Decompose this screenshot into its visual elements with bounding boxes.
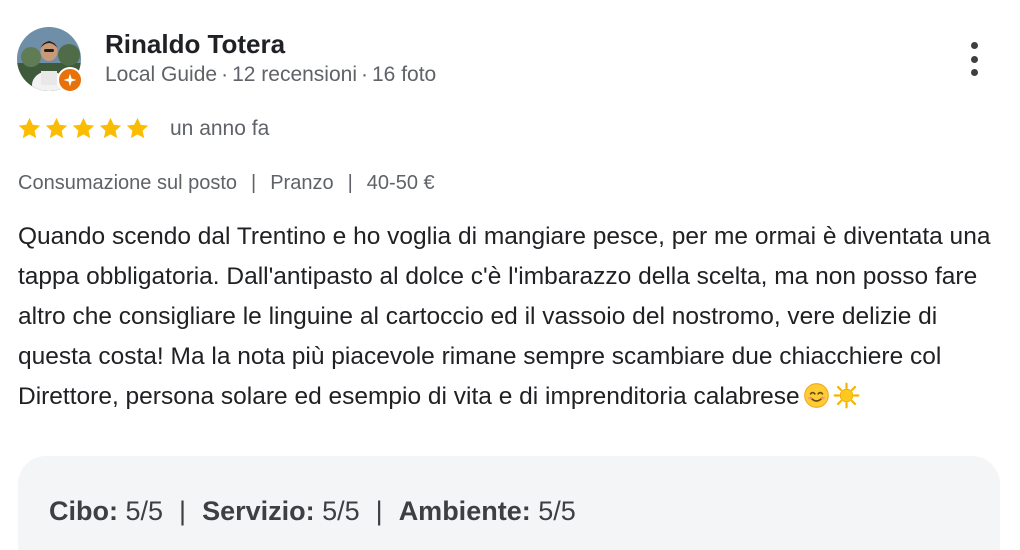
reviewer-level: Local Guide (105, 63, 218, 86)
sub-rating-label: Ambiente: (398, 496, 531, 526)
review-attributes: Consumazione sul posto | Pranzo | 40-50 … (18, 172, 435, 195)
menu-dot (970, 55, 978, 63)
reviewer-name[interactable]: Rinaldo Totera (105, 29, 285, 60)
sub-rating-separator: | (375, 496, 383, 526)
sub-rating-value: 5/5 (538, 496, 576, 526)
star-icon (72, 117, 95, 139)
sub-rating-food: Cibo: 5/5 (49, 496, 163, 527)
reviewer-photo-count: 16 foto (372, 63, 437, 86)
star-icon (45, 117, 68, 139)
attribute-service: Consumazione sul posto (18, 172, 238, 194)
sub-rating-value: 5/5 (125, 496, 164, 526)
attribute-separator: | (251, 172, 257, 194)
sun-emoji (833, 382, 860, 409)
attribute-separator: | (347, 172, 353, 194)
meta-separator: · (221, 63, 229, 86)
reviewer-review-count: 12 recensioni (232, 63, 357, 86)
star-icon (18, 117, 41, 139)
avatar[interactable] (17, 27, 83, 93)
review-text: Quando scendo dal Trentino e ho voglia d… (18, 217, 1003, 417)
more-vert-icon[interactable] (958, 38, 990, 80)
star-icon (126, 117, 149, 139)
sub-rating-atmosphere: Ambiente: 5/5 (399, 496, 576, 527)
star-icon (99, 117, 122, 139)
attribute-meal: Pranzo (270, 172, 334, 194)
sub-rating-separator: | (179, 496, 187, 526)
sub-rating-label: Cibo: (49, 496, 118, 526)
review-time: un anno fa (170, 117, 270, 140)
sub-rating-label: Servizio: (202, 496, 315, 526)
review-card: Rinaldo Totera Local Guide · 12 recensioni… (0, 0, 1020, 550)
menu-dot (970, 42, 978, 49)
meta-separator: · (361, 63, 368, 86)
sub-ratings-row: Cibo: 5/5 | Servizio: 5/5 | Ambiente: 5/… (49, 496, 576, 527)
sub-rating-service: Servizio: 5/5 (202, 496, 360, 527)
star-rating (17, 116, 150, 141)
attribute-price: 40-50 € (366, 172, 435, 194)
reviewer-meta: Local Guide · 12 recensioni · 16 foto (105, 63, 436, 87)
sub-rating-value: 5/5 (322, 496, 360, 526)
local-guide-badge-icon (57, 67, 83, 93)
sub-ratings-panel: Cibo: 5/5 | Servizio: 5/5 | Ambiente: 5/… (18, 456, 1000, 550)
menu-dot (970, 69, 978, 76)
smiling-face-emoji (803, 383, 829, 408)
